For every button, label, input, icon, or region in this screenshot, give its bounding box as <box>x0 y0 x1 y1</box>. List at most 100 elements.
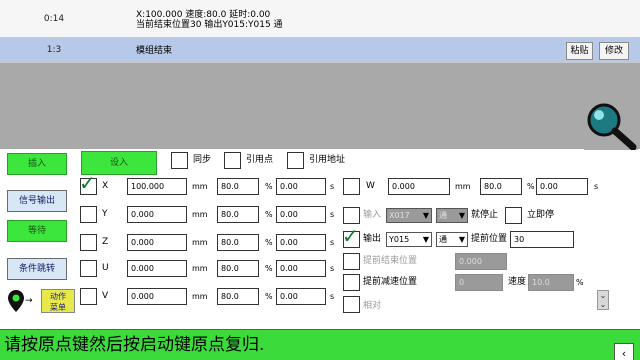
axis-delay-field[interactable]: 0.00 <box>276 206 326 223</box>
early-end-checkbox[interactable] <box>343 253 360 270</box>
early-end-field[interactable]: 0.000 <box>455 253 507 270</box>
axis-speed-field[interactable]: 80.0 <box>217 206 259 223</box>
axis-delay-unit: s <box>330 292 335 301</box>
axis-label: Z <box>102 237 109 247</box>
dropdown-arrow-icon: ▼ <box>458 211 465 220</box>
dropdown-arrow-icon: ▼ <box>422 211 429 220</box>
program-row-number: 0:14 <box>43 14 65 24</box>
axis-delay-unit: s <box>330 264 335 273</box>
program-row-line1: 模组结束 <box>136 46 173 56</box>
w-axis-speed-field[interactable]: 80.0 <box>480 178 522 195</box>
output-checkbox[interactable]: ✓ <box>342 224 360 248</box>
w-axis-delay-unit: s <box>594 182 599 191</box>
search-icon[interactable] <box>584 100 638 151</box>
program-row-1[interactable]: 1:3 模组结束 粘贴 修改 <box>0 38 640 63</box>
early-decel-label: 提前减速位置 <box>363 277 418 287</box>
signal-output-button[interactable]: 信号输出 <box>7 190 67 212</box>
axis-delay-field[interactable]: 0.00 <box>276 288 326 305</box>
ref-point-checkbox[interactable] <box>224 152 241 169</box>
axis-delay-field[interactable]: 0.00 <box>276 178 326 195</box>
paste-button[interactable]: 粘贴 <box>566 42 593 60</box>
axis-delay-unit: s <box>330 238 335 247</box>
location-pin-icon[interactable] <box>7 289 25 313</box>
input-port-select[interactable]: X017 ▼ <box>386 208 432 223</box>
axis-delay-unit: s <box>330 210 335 219</box>
axis-position-field[interactable]: 0.000 <box>127 234 187 251</box>
checkmark-icon: ✓ <box>342 224 359 248</box>
axis-speed-unit: % <box>265 210 273 219</box>
arrow-right-icon: → <box>25 296 33 306</box>
axis-speed-field[interactable]: 80.0 <box>217 288 259 305</box>
axis-checkbox[interactable] <box>80 260 97 277</box>
axis-label: Y <box>102 209 108 219</box>
axis-checkbox[interactable]: ✓ <box>79 171 97 195</box>
input-checkbox[interactable] <box>343 207 360 224</box>
axis-label: U <box>102 263 109 273</box>
early-position-label: 提前位置 <box>471 234 508 244</box>
input-port-value: X017 <box>389 211 410 220</box>
early-decel-speed-label: 速度 <box>508 277 527 287</box>
status-message: 请按原点键然后按启动键原点复归. <box>4 335 265 355</box>
early-decel-speed-unit: % <box>576 278 584 287</box>
chevron-left-icon[interactable]: ‹ <box>614 343 634 360</box>
status-bar: 请按原点键然后按启动键原点复归. <box>0 329 640 360</box>
axis-position-field[interactable]: 0.000 <box>127 288 187 305</box>
axis-speed-unit: % <box>265 292 273 301</box>
w-axis-position-unit: mm <box>455 182 471 191</box>
axis-checkbox[interactable] <box>80 206 97 223</box>
ref-address-checkbox[interactable] <box>287 152 304 169</box>
axis-speed-field[interactable]: 80.0 <box>217 178 259 195</box>
relative-checkbox[interactable] <box>343 296 360 313</box>
action-menu-label-line2: 菜单 <box>50 303 66 312</box>
early-decel-checkbox[interactable] <box>343 274 360 291</box>
program-row-number: 1:3 <box>46 45 62 55</box>
axis-label: V <box>102 291 109 301</box>
axis-speed-field[interactable]: 80.0 <box>217 234 259 251</box>
ref-point-label: 引用点 <box>246 155 274 165</box>
axis-speed-unit: % <box>265 264 273 273</box>
axis-speed-unit: % <box>265 238 273 247</box>
relative-label: 相对 <box>363 301 382 311</box>
wait-button[interactable]: 等待 <box>7 220 67 242</box>
action-menu-label-line1: 动作 <box>50 292 66 301</box>
program-row-line2: 当前结束位置30 输出Y015:Y015 通 <box>136 20 283 30</box>
w-axis-delay-field[interactable]: 0.00 <box>536 178 588 195</box>
axis-checkbox[interactable] <box>80 288 97 305</box>
axis-delay-unit: s <box>330 182 335 191</box>
input-mode-value: 通 <box>439 211 447 220</box>
axis-position-unit: mm <box>192 292 208 301</box>
axis-speed-field[interactable]: 80.0 <box>217 260 259 277</box>
dropdown-arrow-icon: ▼ <box>458 235 465 244</box>
stop-now-checkbox[interactable] <box>505 207 522 224</box>
output-mode-select[interactable]: 通 ▼ <box>436 232 468 247</box>
axis-position-field[interactable]: 100.000 <box>127 178 187 195</box>
w-axis-checkbox[interactable] <box>343 178 360 195</box>
output-label: 输出 <box>363 234 382 244</box>
axis-delay-field[interactable]: 0.00 <box>276 260 326 277</box>
axis-delay-field[interactable]: 0.00 <box>276 234 326 251</box>
early-position-field[interactable]: 30 <box>510 231 574 248</box>
output-port-value: Y015 <box>389 235 410 244</box>
double-chevron-down-icon[interactable]: ⌄ ⌄ <box>597 290 609 310</box>
insert-button[interactable]: 插入 <box>7 153 67 175</box>
input-label: 输入 <box>363 210 382 220</box>
axis-position-field[interactable]: 0.000 <box>127 206 187 223</box>
sync-checkbox[interactable] <box>171 152 188 169</box>
output-port-select[interactable]: Y015 ▼ <box>386 232 432 247</box>
program-row-0[interactable]: 0:14 X:100.000 速度:80.0 延时:0.00 当前结束位置30 … <box>0 0 640 38</box>
w-axis-speed-unit: % <box>527 182 535 191</box>
axis-position-unit: mm <box>192 182 208 191</box>
conditional-jump-button[interactable]: 条件跳转 <box>7 258 67 280</box>
modify-button[interactable]: 修改 <box>599 42 629 60</box>
axis-checkbox[interactable] <box>80 234 97 251</box>
stop-now-label: 立即停 <box>527 210 555 220</box>
input-mode-select[interactable]: 通 ▼ <box>436 208 468 223</box>
axis-position-field[interactable]: 0.000 <box>127 260 187 277</box>
program-list-empty-area[interactable] <box>0 63 640 149</box>
early-decel-speed-field[interactable]: 10.0 <box>528 274 574 291</box>
early-decel-field[interactable]: 0 <box>455 274 503 291</box>
axis-label: X <box>102 181 109 191</box>
w-axis-position-field[interactable]: 0.000 <box>388 178 450 195</box>
action-menu-button[interactable]: 动作 菜单 <box>41 289 75 313</box>
axis-position-unit: mm <box>192 210 208 219</box>
